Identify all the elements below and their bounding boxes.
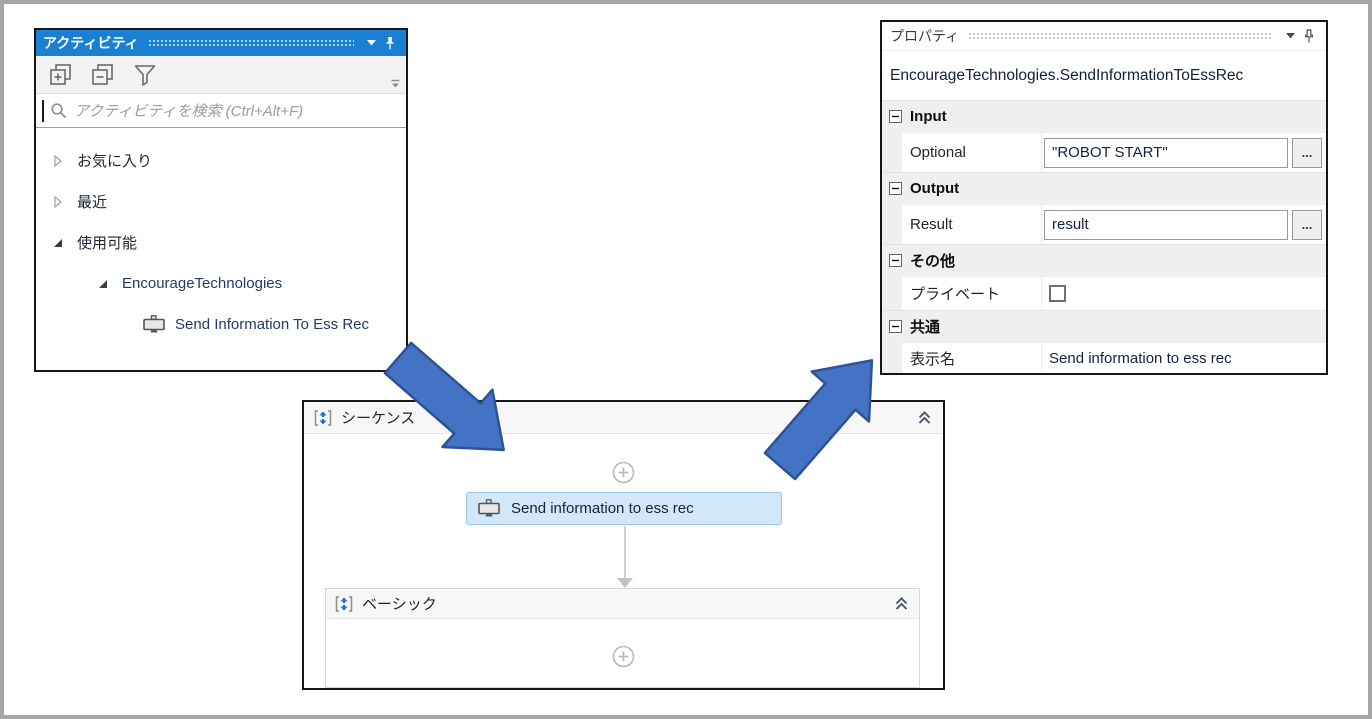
sequence-icon bbox=[335, 595, 353, 613]
search-placeholder: アクティビティを検索 (Ctrl+Alt+F) bbox=[74, 100, 303, 121]
section-header-output[interactable]: Output bbox=[882, 172, 1326, 204]
sequence-title: シーケンス bbox=[341, 407, 415, 428]
section-label: Output bbox=[910, 180, 959, 197]
search-icon bbox=[50, 102, 68, 120]
activities-search-input[interactable]: アクティビティを検索 (Ctrl+Alt+F) bbox=[36, 94, 406, 128]
chevron-down-icon bbox=[1286, 33, 1296, 39]
screenshot-frame: アクティビティ bbox=[0, 0, 1372, 719]
section-header-common[interactable]: 共通 bbox=[882, 310, 1326, 342]
flow-connector bbox=[624, 526, 626, 578]
tree-item-send-information-to-ess-rec[interactable]: Send Information To Ess Rec bbox=[36, 304, 406, 345]
section-label: Input bbox=[910, 108, 947, 125]
double-chevron-up-icon bbox=[893, 595, 910, 612]
pin-button[interactable] bbox=[381, 34, 399, 52]
sequence-icon bbox=[314, 409, 332, 427]
result-value-input[interactable]: result bbox=[1044, 210, 1288, 240]
double-chevron-up-icon bbox=[916, 409, 933, 426]
drag-handle-dots bbox=[968, 32, 1273, 40]
chevron-down-icon bbox=[367, 40, 377, 46]
activities-tree: お気に入り 最近 使用可能 EncourageTechnologies bbox=[36, 128, 406, 345]
property-row-display-name: 表示名 Send information to ess rec bbox=[882, 342, 1326, 373]
window-position-button[interactable] bbox=[363, 34, 381, 52]
pin-icon bbox=[383, 36, 397, 51]
pin-button[interactable] bbox=[1300, 27, 1318, 45]
property-label: 表示名 bbox=[902, 343, 1042, 373]
toolbar-overflow-icon bbox=[390, 79, 401, 90]
window-position-button[interactable] bbox=[1282, 27, 1300, 45]
drag-handle-dots bbox=[148, 39, 354, 47]
activity-icon bbox=[142, 315, 166, 334]
tree-item-available[interactable]: 使用可能 bbox=[36, 222, 406, 263]
section-label: 共通 bbox=[910, 316, 940, 337]
expander-collapsed-icon[interactable] bbox=[52, 155, 64, 167]
collapse-section-icon[interactable] bbox=[889, 110, 902, 123]
optional-ellipsis-button[interactable]: ... bbox=[1292, 138, 1322, 168]
property-row-optional: Optional "ROBOT START" ... bbox=[882, 132, 1326, 172]
display-name-value[interactable]: Send information to ess rec bbox=[1044, 350, 1232, 367]
row-gutter bbox=[882, 277, 902, 310]
optional-value-input[interactable]: "ROBOT START" bbox=[1044, 138, 1288, 168]
collapse-basic-button[interactable] bbox=[893, 595, 910, 612]
activity-node-label: Send information to ess rec bbox=[511, 500, 694, 517]
property-label: Optional bbox=[902, 133, 1042, 172]
activities-title-bar[interactable]: アクティビティ bbox=[36, 30, 406, 56]
activities-toolbar bbox=[36, 56, 406, 94]
collapse-all-icon bbox=[90, 62, 116, 88]
row-gutter bbox=[882, 343, 902, 373]
flow-connector-arrowhead bbox=[617, 578, 633, 588]
tree-item-label: Send Information To Ess Rec bbox=[175, 316, 369, 333]
basic-sequence-title: ベーシック bbox=[362, 593, 437, 614]
add-activity-button[interactable] bbox=[612, 645, 635, 668]
basic-sequence: ベーシック bbox=[325, 588, 920, 688]
properties-panel: プロパティ EncourageTechnologies.SendInformat… bbox=[880, 20, 1328, 375]
section-header-input[interactable]: Input bbox=[882, 100, 1326, 132]
add-activity-icon bbox=[612, 645, 635, 668]
basic-sequence-header[interactable]: ベーシック bbox=[326, 589, 919, 619]
tree-item-label: 使用可能 bbox=[77, 232, 137, 253]
toolbar-overflow-button[interactable] bbox=[390, 79, 401, 90]
property-row-private: プライベート bbox=[882, 276, 1326, 310]
property-label: Result bbox=[902, 205, 1042, 244]
collapse-section-icon[interactable] bbox=[889, 254, 902, 267]
collapse-section-icon[interactable] bbox=[889, 182, 902, 195]
selected-activity-class-name: EncourageTechnologies.SendInformationToE… bbox=[882, 50, 1326, 100]
text-caret bbox=[42, 100, 44, 122]
sequence-designer: シーケンス Send information to ess bbox=[302, 400, 945, 690]
collapse-section-icon[interactable] bbox=[889, 320, 902, 333]
section-label: その他 bbox=[910, 250, 955, 271]
expander-collapsed-icon[interactable] bbox=[52, 196, 64, 208]
row-gutter bbox=[882, 205, 902, 244]
tree-item-label: お気に入り bbox=[77, 150, 152, 171]
tree-item-recent[interactable]: 最近 bbox=[36, 181, 406, 222]
private-checkbox[interactable] bbox=[1049, 285, 1066, 302]
tree-item-favorites[interactable]: お気に入り bbox=[36, 140, 406, 181]
property-label: プライベート bbox=[902, 277, 1042, 310]
expand-all-icon bbox=[48, 62, 74, 88]
add-activity-icon bbox=[612, 461, 635, 484]
pin-icon bbox=[1302, 29, 1316, 44]
tree-item-encourage-technologies[interactable]: EncourageTechnologies bbox=[36, 263, 406, 304]
collapse-sequence-button[interactable] bbox=[916, 409, 933, 426]
activity-node-send-information[interactable]: Send information to ess rec bbox=[466, 492, 782, 525]
activity-icon bbox=[477, 499, 501, 518]
activities-panel-title: アクティビティ bbox=[43, 33, 139, 53]
result-ellipsis-button[interactable]: ... bbox=[1292, 210, 1322, 240]
section-header-other[interactable]: その他 bbox=[882, 244, 1326, 276]
expander-expanded-icon[interactable] bbox=[97, 279, 109, 289]
properties-title-bar[interactable]: プロパティ bbox=[882, 22, 1326, 50]
activities-panel: アクティビティ bbox=[34, 28, 408, 372]
add-activity-button[interactable] bbox=[612, 461, 635, 484]
property-row-result: Result result ... bbox=[882, 204, 1326, 244]
filter-button[interactable] bbox=[132, 62, 158, 88]
tree-item-label: EncourageTechnologies bbox=[122, 275, 282, 292]
collapse-all-button[interactable] bbox=[90, 62, 116, 88]
sequence-header[interactable]: シーケンス bbox=[304, 402, 943, 434]
row-gutter bbox=[882, 133, 902, 172]
tree-item-label: 最近 bbox=[77, 191, 107, 212]
expand-all-button[interactable] bbox=[48, 62, 74, 88]
expander-expanded-icon[interactable] bbox=[52, 238, 64, 248]
properties-panel-title: プロパティ bbox=[890, 26, 959, 46]
filter-icon bbox=[132, 62, 158, 88]
